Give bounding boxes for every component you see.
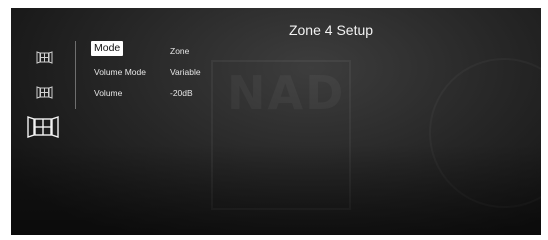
brand-watermark-text: NAD bbox=[227, 66, 345, 120]
zone-2-icon[interactable] bbox=[36, 51, 53, 64]
menu-row-value: Variable bbox=[170, 67, 201, 77]
menu-row-label: Mode bbox=[91, 41, 124, 56]
menu-row-value: -20dB bbox=[170, 88, 193, 98]
menu-row-label: Volume bbox=[94, 88, 123, 98]
setup-screen: NAD Zone 4 Setup bbox=[11, 8, 541, 235]
sidebar-divider bbox=[75, 41, 76, 109]
menu-row-label: Volume Mode bbox=[94, 67, 146, 77]
zone-3-icon[interactable] bbox=[36, 86, 53, 99]
page-title: Zone 4 Setup bbox=[288, 22, 374, 38]
zone-4-icon[interactable] bbox=[27, 116, 59, 138]
decorative-circle bbox=[429, 58, 541, 208]
menu-row-value: Zone bbox=[170, 46, 190, 56]
